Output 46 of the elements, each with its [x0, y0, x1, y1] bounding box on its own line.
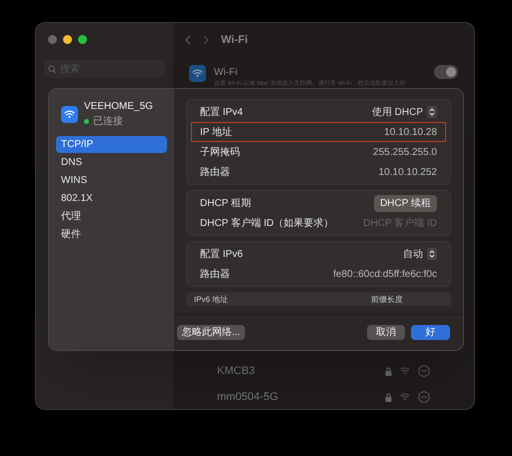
search-icon	[48, 64, 57, 74]
field-label: 路由器	[200, 268, 230, 282]
sidebar-tab[interactable]: 硬件	[56, 226, 167, 243]
wifi-toggle[interactable]	[434, 65, 458, 79]
field-value: 255.255.255.0	[373, 146, 437, 160]
forward-icon[interactable]	[203, 35, 209, 45]
field-label: DHCP 客户端 ID（如果要求）	[200, 216, 334, 230]
sidebar-tab[interactable]: 代理	[56, 208, 167, 225]
select-value[interactable]: 使用 DHCP	[372, 104, 423, 120]
more-icon[interactable]	[418, 391, 430, 403]
client-id-field[interactable]: DHCP 客户端 ID	[347, 216, 437, 230]
cancel-button[interactable]: 取消	[367, 325, 405, 340]
stepper-icon	[427, 248, 437, 260]
field-label: 路由器	[200, 166, 230, 180]
sidebar-tab[interactable]: 802.1X	[56, 190, 167, 207]
network-name: VEEHOME_5G	[84, 100, 153, 114]
field-value: fe80::60cd:d5ff:fe6c:f0c	[333, 268, 437, 282]
field-value: 10.10.10.252	[378, 166, 437, 180]
field-label: 子网掩码	[200, 146, 240, 160]
field-label: IP 地址	[200, 126, 232, 140]
connection-status: 已连接	[93, 114, 123, 129]
wifi-icon	[400, 366, 410, 376]
more-icon[interactable]	[418, 365, 430, 377]
select-value[interactable]: 自动	[403, 246, 423, 262]
window-title: Wi-Fi	[221, 32, 248, 48]
sidebar-tab[interactable]: DNS	[56, 154, 167, 171]
field-label: 配置 IPv6	[200, 248, 243, 262]
renew-button[interactable]: DHCP 续租	[374, 194, 437, 212]
back-icon[interactable]	[185, 35, 191, 45]
field-value: 10.10.10.28	[384, 126, 437, 140]
field-label: DHCP 租期	[200, 196, 251, 210]
wifi-icon	[64, 108, 75, 120]
stepper-icon	[427, 106, 437, 118]
ok-button[interactable]: 好	[411, 325, 450, 340]
lock-icon	[385, 392, 392, 402]
forget-button[interactable]: 忽略此网络...	[177, 325, 246, 340]
sidebar-tab[interactable]: TCP/IP	[56, 136, 167, 153]
lock-icon	[385, 366, 392, 376]
wifi-icon	[400, 392, 410, 402]
column-header: IPv6 地址	[194, 294, 230, 306]
wifi-icon	[192, 68, 203, 79]
column-header: 前缀长度	[371, 294, 404, 306]
network-name[interactable]: mm0504-5G	[217, 388, 385, 406]
field-label: 配置 IPv4	[200, 106, 243, 120]
wifi-title: Wi-Fi	[214, 66, 238, 80]
sidebar-tab[interactable]: WINS	[56, 172, 167, 189]
